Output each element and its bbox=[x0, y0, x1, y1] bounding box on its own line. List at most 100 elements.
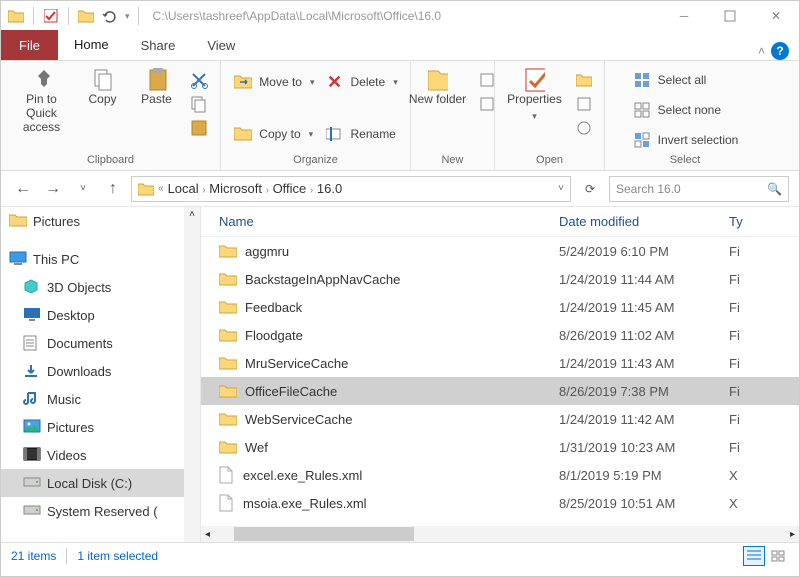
chevron-right-icon[interactable]: › bbox=[266, 185, 269, 196]
tab-share[interactable]: Share bbox=[125, 30, 192, 60]
tree-item[interactable]: System Reserved ( bbox=[1, 497, 200, 525]
tree-item[interactable]: Pictures bbox=[1, 413, 200, 441]
ribbon: Pin to Quick access Copy Paste Clipboard… bbox=[1, 61, 799, 171]
select-none-button[interactable]: Select none bbox=[632, 99, 739, 121]
recent-dropdown-icon[interactable]: ˅ bbox=[71, 177, 95, 201]
file-date: 8/26/2019 7:38 PM bbox=[559, 384, 729, 399]
up-button[interactable]: ↑ bbox=[101, 177, 125, 201]
copy-button[interactable]: Copy bbox=[81, 65, 125, 107]
videos-icon bbox=[23, 447, 41, 463]
large-icons-view-button[interactable] bbox=[767, 546, 789, 566]
folder-icon bbox=[219, 300, 237, 314]
edit-icon[interactable] bbox=[574, 95, 594, 113]
tab-file[interactable]: File bbox=[1, 30, 58, 60]
paste-button[interactable]: Paste bbox=[135, 65, 179, 107]
search-box[interactable]: Search 16.0 🔍 bbox=[609, 176, 789, 202]
file-row[interactable]: MruServiceCache 1/24/2019 11:43 AM Fi bbox=[201, 349, 799, 377]
tree-item[interactable]: Pictures bbox=[1, 207, 200, 235]
scroll-right-icon[interactable]: ▸ bbox=[786, 529, 799, 540]
navigation-tree[interactable]: Pictures This PC3D ObjectsDesktopDocument… bbox=[1, 207, 201, 542]
rename-icon bbox=[325, 125, 345, 143]
open-icon[interactable] bbox=[574, 71, 594, 89]
search-placeholder: Search 16.0 bbox=[616, 182, 681, 196]
move-to-button[interactable]: Move to bbox=[233, 71, 314, 93]
tree-item[interactable]: This PC bbox=[1, 245, 200, 273]
address-dropdown-icon[interactable]: ˅ bbox=[558, 183, 564, 194]
delete-button[interactable]: ✕Delete bbox=[325, 71, 398, 93]
folder-icon bbox=[219, 328, 237, 342]
window-title: C:\Users\tashreef\AppData\Local\Microsof… bbox=[147, 9, 661, 23]
chevron-right-icon[interactable]: › bbox=[202, 185, 205, 196]
folder-icon[interactable] bbox=[77, 7, 95, 25]
file-type: Fi bbox=[729, 300, 759, 315]
select-all-icon bbox=[632, 71, 652, 89]
tab-home[interactable]: Home bbox=[58, 30, 125, 60]
folder-icon bbox=[219, 412, 237, 426]
paste-shortcut-icon[interactable] bbox=[189, 119, 209, 137]
file-row[interactable]: WebServiceCache 1/24/2019 11:42 AM Fi bbox=[201, 405, 799, 433]
chevron-left-icon[interactable]: « bbox=[158, 183, 164, 194]
new-folder-button[interactable]: New folder bbox=[409, 65, 467, 107]
copy-to-button[interactable]: Copy to bbox=[233, 123, 314, 145]
tree-item[interactable]: Desktop bbox=[1, 301, 200, 329]
file-row[interactable]: BackstageInAppNavCache 1/24/2019 11:44 A… bbox=[201, 265, 799, 293]
refresh-button[interactable]: ⟳ bbox=[577, 176, 603, 202]
breadcrumb-segment[interactable]: Microsoft bbox=[209, 181, 262, 196]
properties-button[interactable]: Properties ▾ bbox=[506, 65, 564, 122]
column-name[interactable]: Name bbox=[201, 214, 559, 229]
file-row[interactable]: OfficeFileCache 8/26/2019 7:38 PM Fi bbox=[201, 377, 799, 405]
tab-view[interactable]: View bbox=[191, 30, 251, 60]
tree-item[interactable]: Music bbox=[1, 385, 200, 413]
rename-button[interactable]: Rename bbox=[325, 123, 398, 145]
new-item-icon[interactable] bbox=[477, 71, 497, 89]
scroll-left-icon[interactable]: ◂ bbox=[201, 529, 214, 540]
help-icon[interactable]: ? bbox=[771, 42, 789, 60]
tree-item[interactable]: Documents bbox=[1, 329, 200, 357]
undo-icon[interactable] bbox=[101, 7, 119, 25]
column-headers[interactable]: Name Date modified Ty bbox=[201, 207, 799, 237]
file-row[interactable]: Feedback 1/24/2019 11:45 AM Fi bbox=[201, 293, 799, 321]
forward-button[interactable]: → bbox=[41, 177, 65, 201]
history-icon[interactable] bbox=[574, 119, 594, 137]
tree-item[interactable]: 3D Objects bbox=[1, 273, 200, 301]
tree-item[interactable]: Downloads bbox=[1, 357, 200, 385]
address-bar[interactable]: « Local › Microsoft › Office › 16.0 ˅ bbox=[131, 176, 571, 202]
maximize-button[interactable] bbox=[707, 1, 753, 31]
main-area: Pictures This PC3D ObjectsDesktopDocument… bbox=[1, 207, 799, 542]
breadcrumb-segment[interactable]: 16.0 bbox=[317, 181, 342, 196]
file-date: 1/24/2019 11:43 AM bbox=[559, 356, 729, 371]
minimize-button[interactable]: ─ bbox=[661, 1, 707, 31]
horizontal-scrollbar[interactable]: ◂ ▸ bbox=[201, 526, 799, 542]
ribbon-collapse-icon[interactable]: ˄ bbox=[758, 44, 765, 58]
invert-selection-button[interactable]: Invert selection bbox=[632, 129, 739, 151]
breadcrumb-segment[interactable]: Local bbox=[168, 181, 199, 196]
file-type: X bbox=[729, 496, 759, 511]
cut-icon[interactable] bbox=[189, 71, 209, 89]
breadcrumb-segment[interactable]: Office bbox=[273, 181, 307, 196]
select-all-button[interactable]: Select all bbox=[632, 69, 739, 91]
selected-count: 1 item selected bbox=[77, 549, 158, 563]
back-button[interactable]: ← bbox=[11, 177, 35, 201]
copy-path-icon[interactable] bbox=[189, 95, 209, 113]
tree-item[interactable]: Local Disk (C:) bbox=[1, 469, 200, 497]
tree-item[interactable]: Videos bbox=[1, 441, 200, 469]
column-type[interactable]: Ty bbox=[729, 214, 759, 229]
easy-access-icon[interactable] bbox=[477, 95, 497, 113]
file-row[interactable]: Floodgate 8/26/2019 11:02 AM Fi bbox=[201, 321, 799, 349]
properties-check-icon[interactable] bbox=[42, 7, 60, 25]
column-date[interactable]: Date modified bbox=[559, 214, 729, 229]
qat-dropdown-icon[interactable]: ▾ bbox=[125, 11, 130, 22]
chevron-right-icon[interactable]: › bbox=[310, 185, 313, 196]
folder-icon bbox=[219, 244, 237, 258]
delete-icon: ✕ bbox=[325, 73, 345, 91]
file-row[interactable]: excel.exe_Rules.xml 8/1/2019 5:19 PM X bbox=[201, 461, 799, 489]
close-button[interactable]: ✕ bbox=[753, 1, 799, 31]
file-row[interactable]: aggmru 5/24/2019 6:10 PM Fi bbox=[201, 237, 799, 265]
scroll-up-icon[interactable]: ˄ bbox=[189, 207, 195, 220]
pin-to-quick-access-button[interactable]: Pin to Quick access bbox=[13, 65, 71, 134]
file-row[interactable]: msoia.exe_Rules.xml 8/25/2019 10:51 AM X bbox=[201, 489, 799, 517]
details-view-button[interactable] bbox=[743, 546, 765, 566]
scroll-thumb[interactable] bbox=[234, 527, 414, 541]
tree-scrollbar[interactable]: ˄ bbox=[184, 207, 200, 542]
file-row[interactable]: Wef 1/31/2019 10:23 AM Fi bbox=[201, 433, 799, 461]
